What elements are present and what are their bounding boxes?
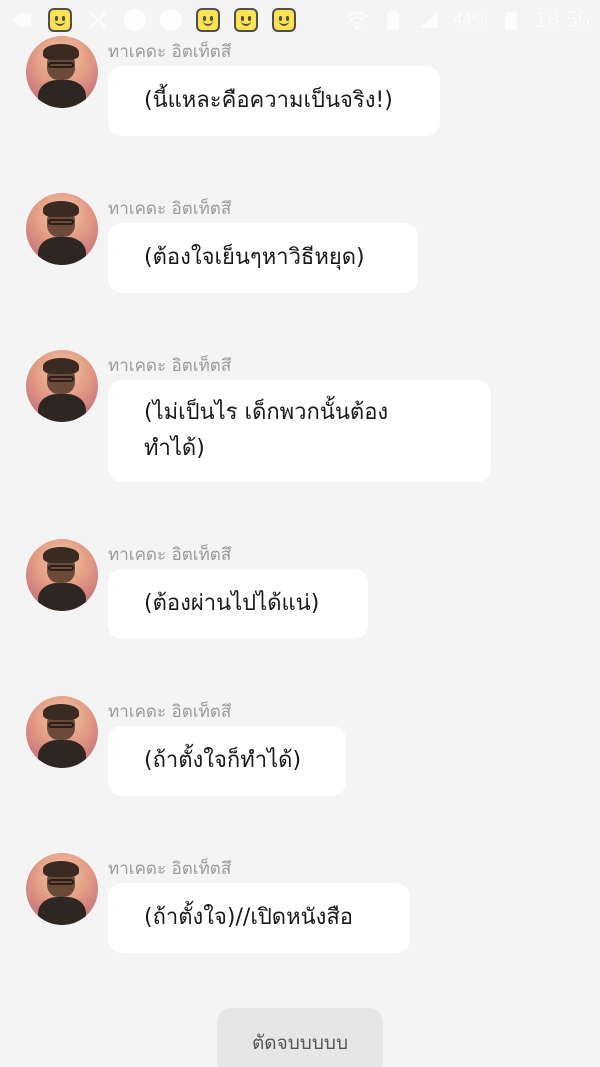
sender-name: ทาเคดะ อิตเท็ตสึ [108,199,232,219]
avatar[interactable] [26,539,98,611]
emoji-icon [48,8,72,32]
message-text: (นี้แหละคือความเป็นจริง!) [144,88,393,113]
message-text: (ต้องผ่านไปได้แน่) [144,591,320,616]
message-bubble[interactable]: (ถ้าตั้งใจ)//เปิดหนังสือ [108,883,410,953]
emoji-icon [272,8,296,32]
battery-level-icon [499,8,523,32]
emoji-icon [196,8,220,32]
battery-percent: 44% [452,10,487,29]
clock: 18:55 [534,7,590,32]
sender-name: ทาเคดะ อิตเท็ตสึ [108,42,232,62]
facebook-icon [124,9,146,31]
battery-icon [381,8,405,32]
status-bar: 44% 18:55 [0,0,600,40]
sender-name: ทาเคดะ อิตเท็ตสึ [108,356,232,376]
message-bubble[interactable]: (นี้แหละคือความเป็นจริง!) [108,66,440,136]
avatar[interactable] [26,193,98,265]
back-icon [10,8,34,32]
message-text: (ต้องใจเย็นๆหาวิธีหยุด) [144,245,365,270]
message-bubble[interactable]: (ไม่เป็นไร เด็กพวกนั้นต้อง ทำได้) [108,380,491,482]
sender-name: ทาเคดะ อิตเท็ตสึ [108,859,232,879]
sender-name: ทาเคดะ อิตเท็ตสึ [108,545,232,565]
avatar[interactable] [26,36,98,108]
notification-icons [10,8,296,32]
facebook-icon [160,9,182,31]
sender-name: ทาเคดะ อิตเท็ตสึ [108,702,232,722]
no-wifi-icon [86,8,110,32]
message-text: (ไม่เป็นไร เด็กพวกนั้นต้อง ทำได้) [144,400,389,461]
avatar[interactable] [26,853,98,925]
wifi-icon [345,8,369,32]
message-text: (ถ้าตั้งใจก็ทำได้) [144,748,302,773]
system-status: 44% 18:55 [345,7,590,33]
chat-screen: 44% 18:55 ทาเคดะ อิตเท็ตสึ (นี้แหละคือคว… [0,0,600,1067]
avatar[interactable] [26,696,98,768]
message-text: (ถ้าตั้งใจ)//เปิดหนังสือ [144,905,354,930]
signal-icon [417,8,441,32]
message-bubble[interactable]: (ถ้าตั้งใจก็ทำได้) [108,726,346,796]
end-story-button[interactable]: ตัดจบบบบบ [217,1008,383,1067]
message-bubble[interactable]: (ต้องผ่านไปได้แน่) [108,569,368,639]
emoji-icon [234,8,258,32]
message-bubble[interactable]: (ต้องใจเย็นๆหาวิธีหยุด) [108,223,418,293]
avatar[interactable] [26,350,98,422]
